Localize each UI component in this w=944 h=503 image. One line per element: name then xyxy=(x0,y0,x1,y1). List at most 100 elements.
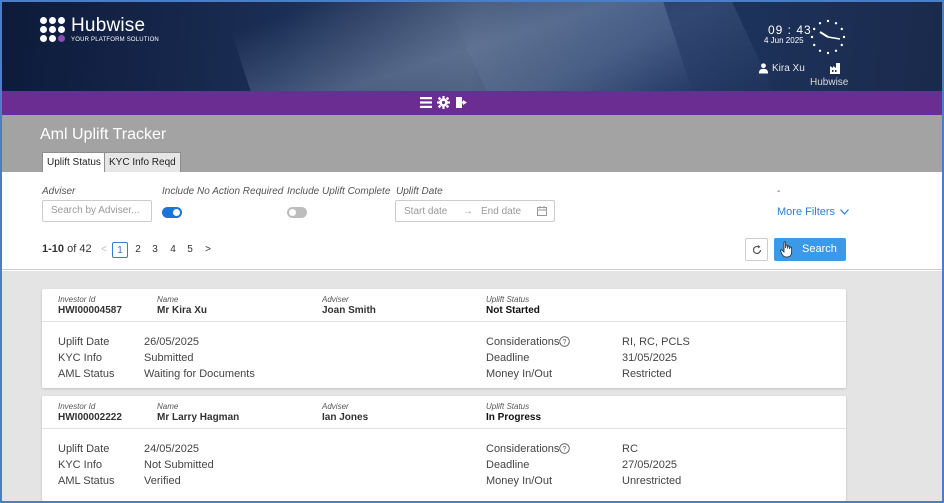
app-header: Hubwise YOUR PLATFORM SOLUTION 09 : 43 4… xyxy=(2,2,942,91)
aml-status-value: Verified xyxy=(144,475,181,487)
investor-id-label: Investor Id xyxy=(58,402,96,411)
uplift-date-label: Uplift Date xyxy=(396,186,443,197)
aml-status-label: AML Status xyxy=(58,368,115,380)
page-1[interactable]: 1 xyxy=(112,242,128,258)
clock-time: 09 : 43 xyxy=(768,23,812,37)
no-action-label: Include No Action Required xyxy=(162,186,284,197)
start-date-input[interactable]: Start date xyxy=(404,206,447,217)
uplift-complete-toggle[interactable] xyxy=(287,207,307,218)
uplift-date-range[interactable]: Start date → End date xyxy=(395,200,555,222)
next-page-button[interactable]: > xyxy=(200,242,216,258)
page-3[interactable]: 3 xyxy=(147,242,163,258)
investor-name: Mr Larry Hagman xyxy=(157,412,240,423)
uplift-status: Not Started xyxy=(486,305,540,316)
investor-card[interactable]: Investor Id HWI00004587 Name Mr Kira Xu … xyxy=(42,289,846,388)
user-name[interactable]: Kira Xu xyxy=(772,63,805,74)
name-label: Name xyxy=(157,295,179,304)
clock-date: 4 Jun 2025 xyxy=(764,36,804,45)
investor-id: HWI00002222 xyxy=(58,412,122,423)
uplift-date-value: 26/05/2025 xyxy=(144,336,200,348)
app-window: Hubwise YOUR PLATFORM SOLUTION 09 : 43 4… xyxy=(0,0,944,503)
page-2[interactable]: 2 xyxy=(130,242,146,258)
name-label: Name xyxy=(157,402,179,411)
tab-kyc-info-reqd[interactable]: KYC Info Reqd xyxy=(104,152,181,172)
page-title: Aml Uplift Tracker xyxy=(40,126,167,143)
uplift-status-label: Uplift Status xyxy=(486,295,530,304)
hand-pointer-icon xyxy=(780,241,792,258)
money-in-out-label: Money In/Out xyxy=(486,475,553,487)
money-in-out-value: Unrestricted xyxy=(622,475,682,487)
range-arrow-icon: → xyxy=(463,206,473,217)
adviser-search-input[interactable]: Search by Adviser... xyxy=(42,200,152,222)
tab-uplift-status[interactable]: Uplift Status xyxy=(42,152,106,172)
clock-icon xyxy=(810,19,846,55)
uplift-date-label: Uplift Date xyxy=(58,336,110,348)
info-icon[interactable]: ? xyxy=(559,443,570,454)
deadline-value: 31/05/2025 xyxy=(622,352,678,364)
card-header: Investor Id HWI00002222 Name Mr Larry Ha… xyxy=(42,396,846,429)
investor-id: HWI00004587 xyxy=(58,305,122,316)
considerations-value: RC xyxy=(622,443,638,455)
kyc-info-label: KYC Info xyxy=(58,352,103,364)
adviser-name: Ian Jones xyxy=(322,412,369,423)
considerations-label: Considerations xyxy=(486,336,560,348)
investor-id-label: Investor Id xyxy=(58,295,96,304)
prev-page-button[interactable]: < xyxy=(96,242,112,258)
deadline-label: Deadline xyxy=(486,459,530,471)
chevron-down-icon xyxy=(840,209,850,215)
money-in-out-label: Money In/Out xyxy=(486,368,553,380)
page-header: Aml Uplift Tracker Uplift Status KYC Inf… xyxy=(2,115,942,172)
logout-icon[interactable] xyxy=(455,96,468,109)
more-filters-link[interactable]: More Filters xyxy=(777,206,850,218)
search-button[interactable]: Search xyxy=(774,238,846,261)
brand-tagline: YOUR PLATFORM SOLUTION xyxy=(71,37,159,43)
money-in-out-value: Restricted xyxy=(622,368,672,380)
refresh-button[interactable] xyxy=(745,238,768,261)
deadline-label: Deadline xyxy=(486,352,530,364)
refresh-icon xyxy=(752,245,762,255)
investor-card[interactable]: Investor Id HWI00002222 Name Mr Larry Ha… xyxy=(42,396,846,501)
search-button-label: Search xyxy=(802,243,837,255)
nav-toolbar xyxy=(2,91,942,115)
page-5[interactable]: 5 xyxy=(182,242,198,258)
info-icon[interactable]: ? xyxy=(559,336,570,347)
end-date-input[interactable]: End date xyxy=(481,206,521,217)
svg-text:?: ? xyxy=(563,446,567,453)
menu-icon[interactable] xyxy=(420,96,433,109)
adviser-label: Adviser xyxy=(322,402,349,411)
result-range: 1-10 of 42 xyxy=(42,243,92,255)
adviser-label: Adviser xyxy=(322,295,349,304)
org-name[interactable]: Hubwise xyxy=(810,77,848,88)
uplift-date-value: 24/05/2025 xyxy=(144,443,200,455)
kyc-info-value: Submitted xyxy=(144,352,194,364)
uplift-complete-label: Include Uplift Complete xyxy=(287,186,391,197)
hubwise-logo[interactable]: Hubwise YOUR PLATFORM SOLUTION xyxy=(40,16,159,43)
uplift-status-label: Uplift Status xyxy=(486,402,530,411)
kyc-info-label: KYC Info xyxy=(58,459,103,471)
page-4[interactable]: 4 xyxy=(165,242,181,258)
no-action-toggle[interactable] xyxy=(162,207,182,218)
uplift-date-label: Uplift Date xyxy=(58,443,110,455)
aml-status-value: Waiting for Documents xyxy=(144,368,255,380)
building-icon xyxy=(830,63,840,74)
gear-icon[interactable] xyxy=(437,96,450,109)
calendar-icon[interactable] xyxy=(537,206,547,216)
uplift-status: In Progress xyxy=(486,412,542,423)
logo-dots-icon xyxy=(40,17,65,42)
card-header: Investor Id HWI00004587 Name Mr Kira Xu … xyxy=(42,289,846,322)
considerations-label: Considerations xyxy=(486,443,560,455)
kyc-info-value: Not Submitted xyxy=(144,459,214,471)
user-icon xyxy=(758,63,769,74)
investor-name: Mr Kira Xu xyxy=(157,305,208,316)
adviser-label: Adviser xyxy=(42,186,76,197)
more-filters-label: More Filters xyxy=(777,206,836,218)
adviser-name: Joan Smith xyxy=(322,305,376,316)
brand-name: Hubwise xyxy=(71,15,146,36)
results-list: Investor Id HWI00004587 Name Mr Kira Xu … xyxy=(2,271,942,501)
filter-panel: Adviser Search by Adviser... Include No … xyxy=(2,172,942,270)
extra-filter-label: - xyxy=(777,186,781,197)
aml-status-label: AML Status xyxy=(58,475,115,487)
svg-text:?: ? xyxy=(563,339,567,346)
deadline-value: 27/05/2025 xyxy=(622,459,678,471)
considerations-value: RI, RC, PCLS xyxy=(622,336,690,348)
